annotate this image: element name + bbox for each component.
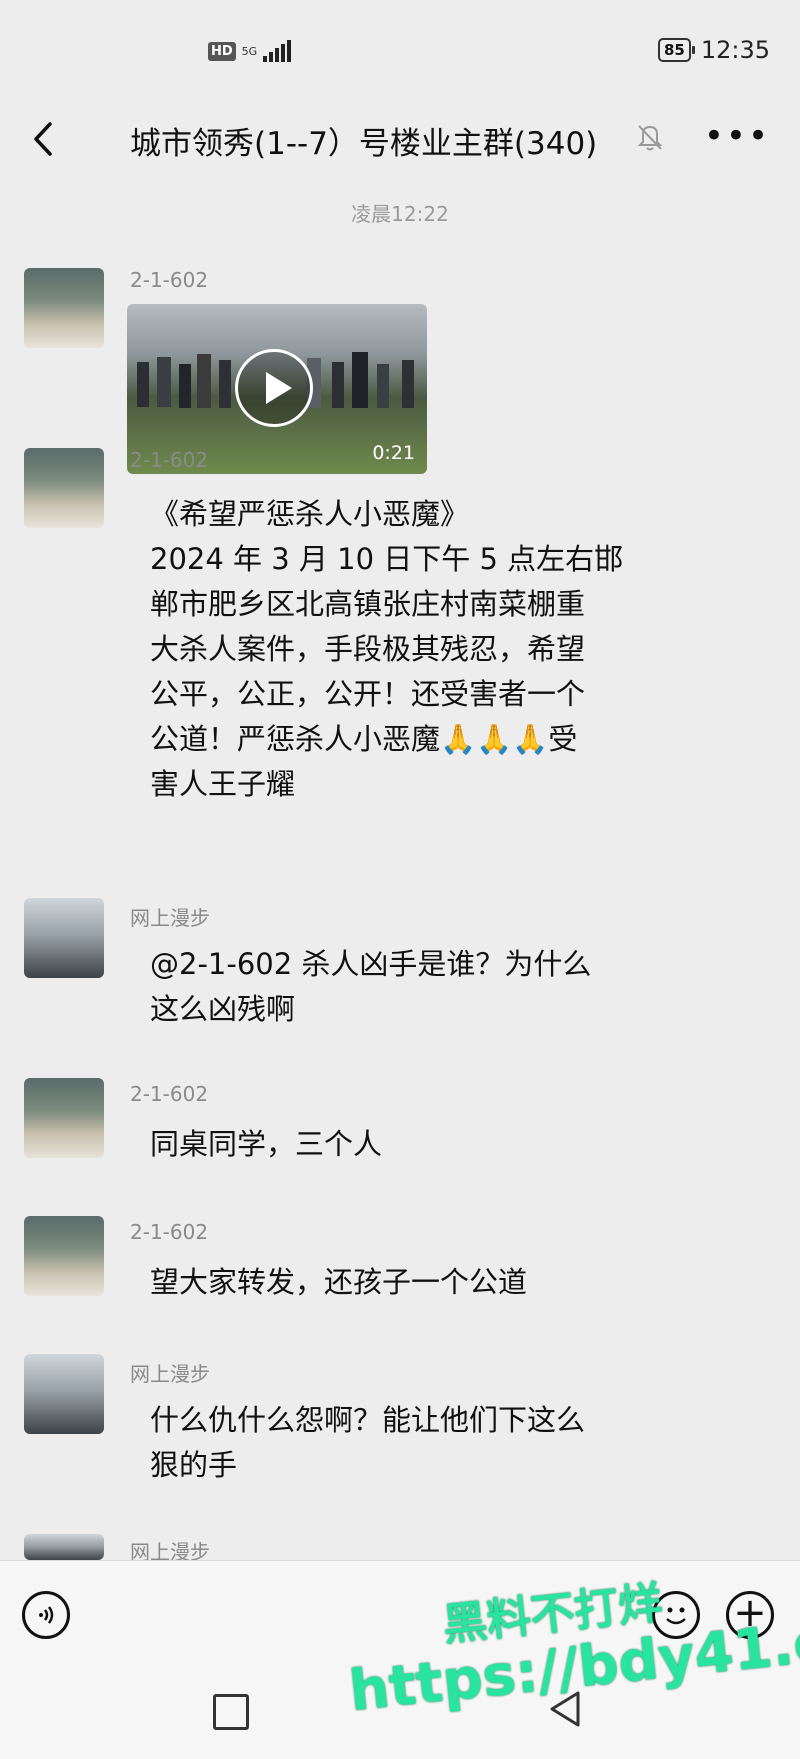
message-line: 公平，公正，公开！还受害者一个 [150, 677, 586, 711]
message-line: 害人王子耀 [150, 767, 296, 801]
message-line: 狠的手 [150, 1448, 238, 1482]
sender-name: 网上漫步 [130, 1362, 210, 1386]
avatar[interactable] [24, 1216, 104, 1296]
video-duration: 0:21 [372, 442, 415, 464]
text-message[interactable]: 望大家转发，还孩子一个公道 [130, 1248, 548, 1317]
message-list[interactable]: 凌晨12:22 2-1-602 0:21 2-1-602 《希望严惩杀人小恶魔》… [0, 180, 800, 1564]
network-indicators: HD 5G [208, 40, 292, 62]
message-line: 同桌同学，三个人 [150, 1127, 383, 1161]
voice-icon[interactable] [22, 1591, 70, 1639]
chat-title: 城市领秀(1--7）号楼业主群(340) [130, 126, 598, 162]
sender-name: 2-1-602 [130, 1220, 209, 1244]
avatar[interactable] [24, 1078, 104, 1158]
status-bar: HD 5G 85 12:35 [0, 0, 800, 110]
signal-icon [263, 40, 292, 62]
message-line: 郸市肥乡区北高镇张庄村南菜棚重 [150, 587, 586, 621]
avatar[interactable] [24, 898, 104, 978]
text-message[interactable]: 同桌同学，三个人 [130, 1110, 403, 1179]
text-message[interactable]: 《希望严惩杀人小恶魔》 2024 年 3 月 10 日下午 5 点左右邯 郸市肥… [130, 480, 690, 819]
message-line: 大杀人案件，手段极其残忍，希望 [150, 632, 586, 666]
message-timestamp: 凌晨12:22 [351, 202, 449, 226]
message-line: 这么凶残啊 [150, 992, 296, 1026]
sender-name: 2-1-602 [130, 268, 209, 292]
avatar[interactable] [24, 268, 104, 348]
avatar[interactable] [24, 448, 104, 528]
message-line: @2-1-602 杀人凶手是谁？为什么 [150, 947, 592, 981]
network-type: 5G [241, 44, 258, 58]
message-line: 2024 年 3 月 10 日下午 5 点左右邯 [150, 542, 624, 576]
message-line: 什么仇什么怨啊？能让他们下这么 [150, 1403, 586, 1437]
text-message[interactable]: @2-1-602 杀人凶手是谁？为什么 这么凶残啊 [130, 930, 690, 1044]
sender-name: 网上漫步 [130, 906, 210, 930]
sender-name: 2-1-602 [130, 448, 209, 472]
message-line: 望大家转发，还孩子一个公道 [150, 1265, 528, 1299]
bell-off-icon [636, 122, 664, 156]
avatar[interactable] [24, 1354, 104, 1434]
recent-apps-icon[interactable] [213, 1694, 249, 1730]
chevron-left-icon[interactable] [28, 114, 68, 164]
battery-icon: 85 [657, 38, 695, 62]
play-icon[interactable] [235, 349, 313, 427]
message-line: 公道！严惩杀人小恶魔🙏🙏🙏受 [150, 722, 578, 756]
clock: 12:35 [700, 36, 770, 64]
avatar[interactable] [24, 1534, 104, 1560]
chat-header: 城市领秀(1--7）号楼业主群(340) ••• [0, 100, 800, 180]
hd-badge: HD [208, 41, 236, 61]
message-line: 《希望严惩杀人小恶魔》 [150, 497, 470, 531]
more-dots-icon[interactable]: ••• [704, 116, 770, 156]
text-message[interactable]: 什么仇什么怨啊？能让他们下这么 狠的手 [130, 1386, 690, 1500]
sender-name: 2-1-602 [130, 1082, 209, 1106]
